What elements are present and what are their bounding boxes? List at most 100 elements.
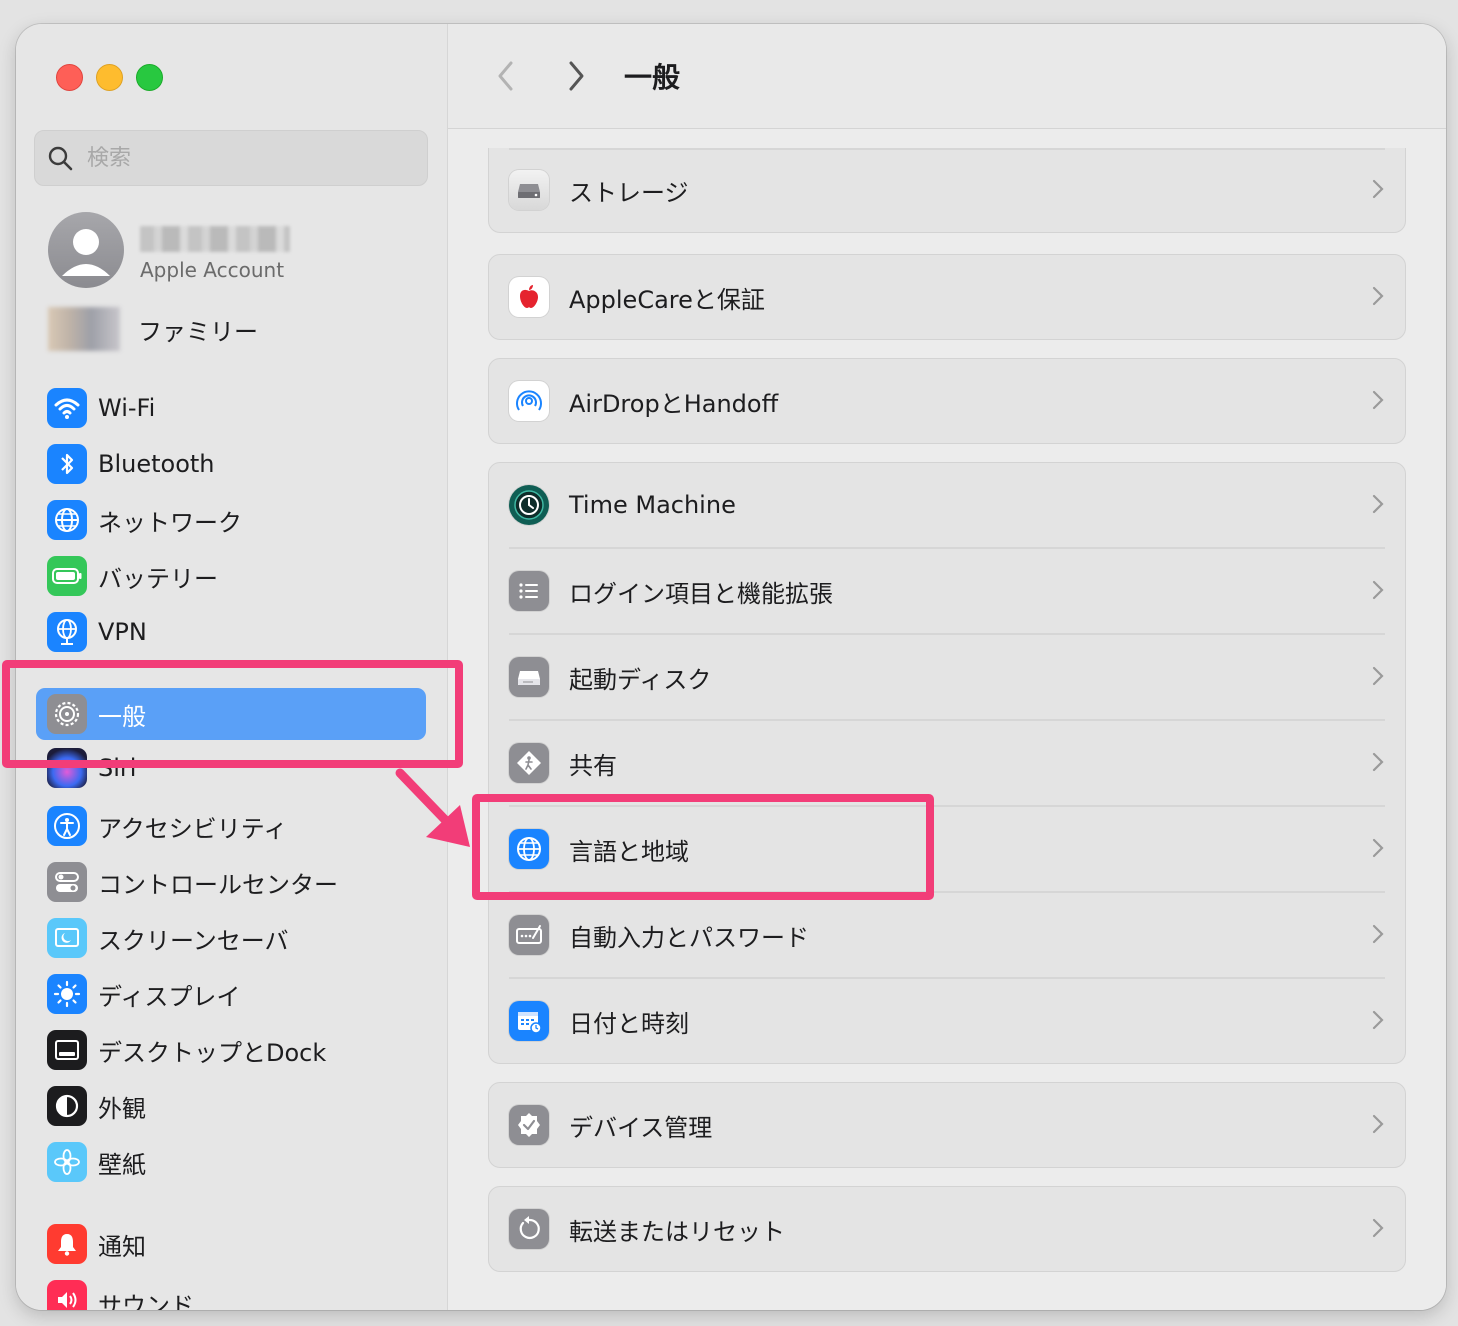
appearance-icon <box>47 1086 87 1126</box>
toolbar: 一般 <box>448 24 1446 129</box>
chevron-right-icon <box>1372 1010 1384 1030</box>
screensaver-icon <box>47 918 87 958</box>
account-name-redacted <box>140 226 290 252</box>
group-device-management: デバイス管理 <box>488 1082 1406 1168</box>
sharing-icon <box>509 743 549 783</box>
main-pane: 一般 ストレージ AppleCareと保証 AirDropとHandoff Ti… <box>448 24 1446 1310</box>
family-item[interactable]: ファミリー <box>48 304 428 354</box>
chevron-right-icon <box>1372 179 1384 199</box>
airdrop-icon <box>509 381 549 421</box>
forward-chevron-icon[interactable] <box>564 60 588 92</box>
family-label: ファミリー <box>138 317 258 346</box>
chevron-right-icon <box>1372 838 1384 858</box>
dock-icon <box>47 1030 87 1070</box>
vpn-globe-icon <box>47 612 87 652</box>
globe-icon <box>47 500 87 540</box>
sidebar-item-label: アクセシビリティ <box>98 814 288 843</box>
row-time-machine[interactable]: Time Machine <box>489 463 1405 547</box>
search-field[interactable] <box>34 130 428 186</box>
zoom-window-button[interactable] <box>136 64 163 91</box>
row-transfer-reset[interactable]: 転送またはリセット <box>489 1187 1405 1271</box>
sidebar-item-displays[interactable]: ディスプレイ <box>36 968 426 1020</box>
group-airdrop: AirDropとHandoff <box>488 358 1406 444</box>
storage-drive-icon <box>509 170 549 210</box>
chevron-right-icon <box>1372 1114 1384 1134</box>
row-date-time[interactable]: 日付と時刻 <box>489 979 1405 1063</box>
display-sun-icon <box>47 974 87 1014</box>
sidebar-item-sound[interactable]: サウンド <box>36 1274 426 1310</box>
arrow-annotation-icon <box>395 768 470 847</box>
sidebar-item-accessibility[interactable]: アクセシビリティ <box>36 800 426 852</box>
row-airdrop-handoff[interactable]: AirDropとHandoff <box>489 359 1405 443</box>
minimize-window-button[interactable] <box>96 64 123 91</box>
sidebar-item-control-center[interactable]: コントロールセンター <box>36 856 426 908</box>
account-subtitle: Apple Account <box>140 258 285 282</box>
search-icon <box>48 146 73 171</box>
sidebar-item-label: 外観 <box>98 1094 146 1123</box>
row-autofill-passwords[interactable]: 自動入力とパスワード <box>489 893 1405 977</box>
control-center-icon <box>47 862 87 902</box>
sidebar-item-desktop-dock[interactable]: デスクトップとDock <box>36 1024 426 1076</box>
group-storage: ストレージ <box>488 148 1406 233</box>
row-storage[interactable]: ストレージ <box>489 148 1405 232</box>
row-label: 転送またはリセット <box>569 1217 785 1246</box>
apple-account-item[interactable]: Apple Account <box>48 212 428 292</box>
chevron-right-icon <box>1372 390 1384 410</box>
sidebar-item-wifi[interactable]: Wi-Fi <box>36 382 426 434</box>
avatar <box>48 212 124 288</box>
search-input[interactable] <box>85 144 389 172</box>
bluetooth-icon <box>47 444 87 484</box>
sidebar-item-label: ディスプレイ <box>98 982 241 1011</box>
wifi-icon <box>47 388 87 428</box>
chevron-right-icon <box>1372 494 1384 514</box>
sidebar-item-label: バッテリー <box>98 564 218 593</box>
close-window-button[interactable] <box>56 64 83 91</box>
row-label: 共有 <box>569 751 617 780</box>
chevron-right-icon <box>1372 752 1384 772</box>
autofill-icon <box>509 915 549 955</box>
sidebar-item-label: デスクトップとDock <box>98 1038 327 1067</box>
sidebar-item-battery[interactable]: バッテリー <box>36 550 426 602</box>
row-login-items[interactable]: ログイン項目と機能拡張 <box>489 549 1405 633</box>
battery-icon <box>47 556 87 596</box>
list-icon <box>509 571 549 611</box>
wallpaper-flower-icon <box>47 1142 87 1182</box>
row-applecare[interactable]: AppleCareと保証 <box>489 255 1405 339</box>
chevron-right-icon <box>1372 580 1384 600</box>
sidebar-item-label: Wi-Fi <box>98 394 156 422</box>
row-startup-disk[interactable]: 起動ディスク <box>489 635 1405 719</box>
accessibility-icon <box>47 806 87 846</box>
time-machine-icon <box>509 485 549 525</box>
chevron-right-icon <box>1372 286 1384 306</box>
highlight-box-general <box>2 660 463 768</box>
group-transfer-reset: 転送またはリセット <box>488 1186 1406 1272</box>
sidebar-item-label: Bluetooth <box>98 450 215 478</box>
group-system: Time Machine ログイン項目と機能拡張 起動ディスク 共有 言語と地域… <box>488 462 1406 1064</box>
row-label: Time Machine <box>569 491 736 519</box>
sidebar-item-screensaver[interactable]: スクリーンセーバ <box>36 912 426 964</box>
highlight-box-language-region <box>472 794 934 900</box>
row-label: 起動ディスク <box>569 665 712 694</box>
row-label: 日付と時刻 <box>569 1009 689 1038</box>
chevron-right-icon <box>1372 924 1384 944</box>
sidebar-item-appearance[interactable]: 外観 <box>36 1080 426 1132</box>
speaker-icon <box>47 1280 87 1310</box>
sidebar-item-label: サウンド <box>98 1292 194 1310</box>
sidebar-item-bluetooth[interactable]: Bluetooth <box>36 438 426 490</box>
sidebar-item-label: ネットワーク <box>98 508 242 537</box>
family-photo-redacted <box>48 307 120 351</box>
row-device-management[interactable]: デバイス管理 <box>489 1083 1405 1167</box>
sidebar-item-label: VPN <box>98 618 147 646</box>
sidebar-item-label: 壁紙 <box>98 1150 146 1179</box>
sidebar-item-wallpaper[interactable]: 壁紙 <box>36 1136 426 1188</box>
back-chevron-icon[interactable] <box>494 60 518 92</box>
row-label: ストレージ <box>569 178 689 207</box>
sidebar-item-notifications[interactable]: 通知 <box>36 1218 426 1270</box>
sidebar-item-network[interactable]: ネットワーク <box>36 494 426 546</box>
sidebar-item-vpn[interactable]: VPN <box>36 606 426 658</box>
sidebar-item-label: 通知 <box>98 1232 146 1261</box>
calendar-clock-icon <box>509 1001 549 1041</box>
row-sharing[interactable]: 共有 <box>489 721 1405 805</box>
row-label: 自動入力とパスワード <box>569 923 809 952</box>
chevron-right-icon <box>1372 1218 1384 1238</box>
